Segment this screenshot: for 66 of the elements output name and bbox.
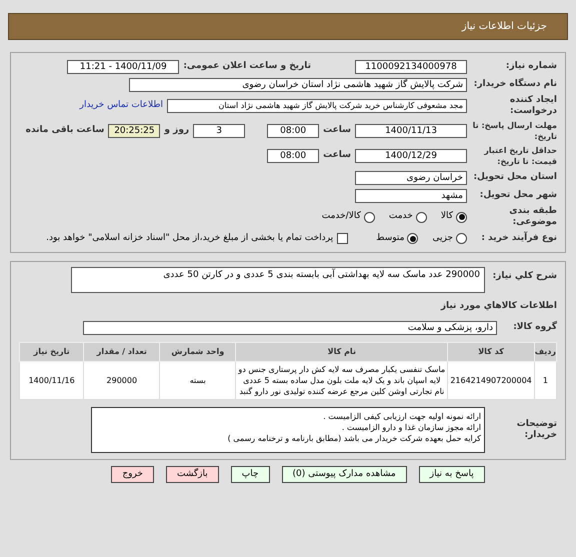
- column-header: ردیف: [534, 342, 556, 361]
- note-line: ارائه مجوز سازمان غذا و دارو الزامیست .: [340, 422, 481, 432]
- input-field[interactable]: 08:00: [267, 149, 320, 163]
- input-field[interactable]: 1400/12/29: [355, 149, 467, 163]
- header-title: جزئیات اطلاعات نیاز: [462, 20, 547, 34]
- field-label: طبقه بندی موضوعی:: [508, 206, 557, 228]
- column-header: تعداد / مقدار: [84, 342, 160, 361]
- field-label: کالا/خدمت: [322, 210, 361, 224]
- input-field[interactable]: 20:25:25: [108, 124, 160, 138]
- field-label: ساعت: [323, 124, 351, 138]
- checkbox[interactable]: [337, 233, 348, 244]
- field-label: استان محل تحویل:: [472, 172, 557, 183]
- action-button[interactable]: مشاهده مدارک پیوستی (0): [282, 466, 407, 482]
- note-line: ارائه نمونه اولیه جهت ارزیابی کیفی الزامیست .: [322, 410, 481, 422]
- input-field[interactable]: 1100092134000978: [355, 60, 467, 74]
- table-cell: 1400/11/16: [20, 361, 84, 399]
- field-label: شهر محل تحویل:: [478, 190, 557, 201]
- field-label: پرداخت تمام یا بخشی از مبلغ خرید،از محل "اسناد خزانه اسلامی" خواهد بود.: [46, 232, 334, 245]
- radio-button[interactable]: [416, 212, 427, 222]
- field-label: روز و: [164, 124, 190, 138]
- field-label: نوع فرآیند خرید :: [480, 233, 557, 244]
- field-label: اطلاعات کالاهاي مورد نیاز: [440, 300, 557, 313]
- input-field[interactable]: مجد مشعوفی کارشناس خرید شرکت پالایش گاز شهید هاشمی نژاد استان: [167, 99, 467, 113]
- radio-button[interactable]: [456, 212, 467, 222]
- table-cell: ماسک تنفسی یکبار مصرف سه لایه کش دار پرستاری جنس دو لایه اسپان باند و یک لایه ملت بلون مدل ساده بسته 5 عددی نام تجارتی اوشن کلین مرجع عرضه کننده تولیدی نور دارو گنبد: [236, 361, 448, 399]
- input-field[interactable]: شرکت پالایش گاز شهید هاشمی نژاد استان خراسان رضوی: [129, 78, 467, 92]
- field-label: جزیی: [432, 232, 453, 245]
- field-label: خدمت: [388, 210, 413, 224]
- field-label: توضیحات خریدار:: [516, 418, 557, 440]
- note-line: کرایه حمل بعهده شرکت خریدار می باشد (مطابق بارنامه و ترخنامه رسمی ): [226, 432, 481, 444]
- field-label: شرح کلي نیاز:: [492, 271, 557, 282]
- field-label: تاریخ و ساعت اعلان عمومی:: [183, 60, 311, 73]
- input-field[interactable]: مشهد: [355, 188, 467, 202]
- table-cell: بسته: [160, 361, 236, 399]
- contact-link[interactable]: اطلاعات تماس خریدار: [80, 99, 163, 113]
- radio-button[interactable]: [456, 233, 467, 244]
- column-header: تاریخ نیاز: [20, 342, 84, 361]
- input-field[interactable]: 1400/11/09 - 11:21: [67, 60, 180, 74]
- column-header: واحد شمارش: [160, 342, 236, 361]
- field-label: مهلت ارسال پاسخ: تا تاریخ:: [472, 120, 557, 142]
- field-label: ایجاد کننده درخواست:: [508, 95, 557, 117]
- table-cell: 290000: [84, 361, 160, 399]
- table-cell: 2164214907200004: [448, 361, 534, 399]
- input-field[interactable]: 1400/11/13: [355, 124, 467, 138]
- input-field[interactable]: 3: [193, 124, 246, 138]
- input-field[interactable]: 08:00: [267, 124, 320, 138]
- radio-button[interactable]: [364, 212, 375, 222]
- field-label: متوسط: [376, 232, 404, 245]
- field-label: نام دستگاه خریدار:: [472, 79, 557, 90]
- action-button[interactable]: خروج: [111, 466, 154, 482]
- table-cell: 1: [534, 361, 556, 399]
- radio-button[interactable]: [407, 233, 418, 244]
- field-label: گروه کالا:: [512, 322, 557, 333]
- field-label: شماره نیاز:: [504, 61, 557, 72]
- field-label: ساعت باقی مانده: [26, 124, 104, 138]
- input-field[interactable]: خراسان رضوی: [355, 170, 467, 184]
- input-field[interactable]: دارو، پزشکی و سلامت: [83, 320, 497, 334]
- description-box: 290000 عدد ماسک سه لایه بهداشتی آبی بابسته بندی 5 عددی و در کارتن 50 عددی: [71, 267, 485, 293]
- column-header: کد کالا: [448, 342, 534, 361]
- action-button[interactable]: پاسخ به نیاز: [418, 466, 485, 482]
- column-header: نام کالا: [236, 342, 448, 361]
- field-label: کالا: [440, 210, 453, 224]
- action-button[interactable]: بازگشت: [166, 466, 219, 482]
- action-button[interactable]: چاپ: [230, 466, 270, 482]
- field-label: حداقل تاریخ اعتبار قیمت: تا تاریخ:: [482, 145, 557, 167]
- field-label: ساعت: [323, 149, 351, 162]
